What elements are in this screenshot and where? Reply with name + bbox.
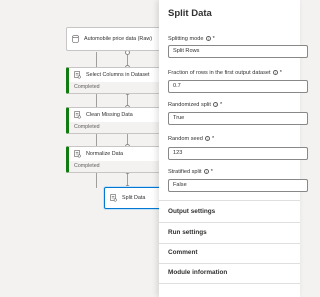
module-icon — [74, 111, 81, 119]
module-icon — [74, 150, 81, 158]
info-icon[interactable]: i — [206, 36, 212, 42]
status-badge: Completed — [69, 161, 165, 172]
module-label: Normalize Data — [86, 151, 124, 157]
divider — [159, 283, 300, 284]
divider — [159, 263, 300, 264]
divider — [159, 200, 300, 201]
section-comment[interactable]: Comment — [168, 249, 197, 256]
module-icon — [74, 71, 81, 79]
panel-title: Split Data — [168, 8, 212, 19]
field-label: Splitting mode — [168, 36, 204, 42]
stratified-split-dropdown[interactable]: False — [168, 179, 308, 192]
divider — [159, 222, 300, 223]
field-label: Stratified split — [168, 169, 202, 175]
fraction-input[interactable]: 0.7 — [168, 80, 308, 93]
properties-panel: Split Data Splitting mode i * Split Rows… — [159, 0, 308, 297]
module-label: Select Columns in Dataset — [86, 72, 150, 78]
splitting-mode-label: Splitting mode i * — [168, 36, 215, 42]
random-seed-label: Random seed i * — [168, 136, 214, 142]
required-mark: * — [212, 36, 215, 42]
fraction-label: Fraction of rows in the first output dat… — [168, 70, 282, 76]
splitting-mode-dropdown[interactable]: Split Rows — [168, 45, 308, 58]
randomized-split-dropdown[interactable]: True — [168, 112, 308, 125]
module-icon — [110, 194, 117, 202]
module-node-automobile-price-data[interactable]: Automobile price data (Raw) — [66, 27, 166, 51]
module-node-normalize-data[interactable]: Normalize Data Completed — [66, 146, 166, 173]
info-icon[interactable]: i — [205, 136, 211, 142]
info-icon[interactable]: i — [204, 169, 210, 175]
random-seed-input[interactable]: 123 — [168, 147, 308, 160]
section-module-information[interactable]: Module information — [168, 269, 227, 276]
field-label: Random seed — [168, 136, 203, 142]
module-label: Automobile price data (Raw) — [84, 36, 153, 42]
status-badge: Completed — [69, 122, 165, 133]
section-output-settings[interactable]: Output settings — [168, 208, 215, 215]
module-label: Split Data — [122, 195, 146, 201]
database-icon — [72, 35, 79, 43]
divider — [159, 243, 300, 244]
module-node-select-columns[interactable]: Select Columns in Dataset Completed — [66, 67, 166, 94]
status-badge: Completed — [69, 82, 165, 93]
field-label: Fraction of rows in the first output dat… — [168, 70, 271, 76]
field-label: Randomized split — [168, 102, 211, 108]
required-mark: * — [279, 70, 282, 76]
required-mark: * — [211, 136, 215, 142]
randomized-split-label: Randomized split i * — [168, 102, 222, 108]
module-node-clean-missing-data[interactable]: Clean Missing Data Completed — [66, 107, 166, 134]
info-icon[interactable]: i — [273, 70, 279, 76]
stratified-split-label: Stratified split i * — [168, 169, 213, 175]
required-mark: * — [210, 169, 213, 175]
required-mark: * — [220, 102, 223, 108]
section-run-settings[interactable]: Run settings — [168, 229, 207, 236]
info-icon[interactable]: i — [213, 102, 219, 108]
module-label: Clean Missing Data — [86, 112, 133, 118]
